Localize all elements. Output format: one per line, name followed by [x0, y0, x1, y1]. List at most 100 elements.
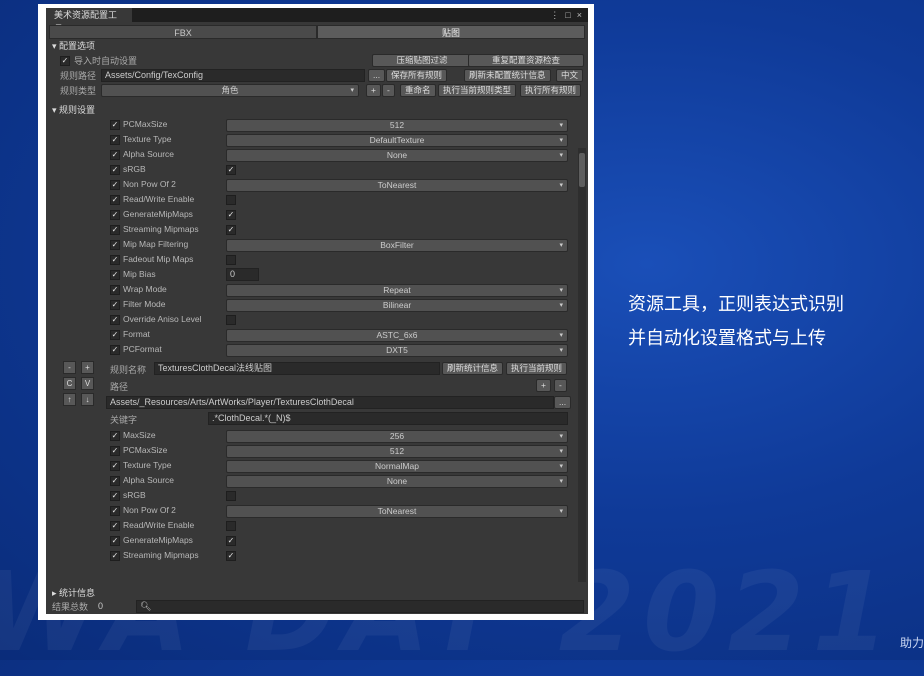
- add-rule-type-button[interactable]: +: [366, 84, 381, 97]
- move-up-button[interactable]: ↑: [63, 393, 76, 406]
- exec-rule-type-button[interactable]: 执行当前规则类型: [438, 84, 517, 97]
- chevron-down-icon: ▾: [559, 122, 563, 129]
- refresh-unconfigured-button[interactable]: 刷新未配置统计信息: [464, 69, 551, 82]
- property-enable-checkbox[interactable]: ✓: [110, 315, 120, 325]
- property-value-checkbox[interactable]: ✓: [226, 210, 236, 220]
- property-enable-checkbox[interactable]: ✓: [110, 551, 120, 561]
- property-value-dropdown[interactable]: None ▾: [226, 149, 568, 162]
- close-icon[interactable]: ×: [577, 10, 582, 21]
- property-value-checkbox[interactable]: [226, 521, 236, 531]
- refresh-stats-button[interactable]: 刷新统计信息: [442, 362, 504, 375]
- property-value-checkbox[interactable]: [226, 491, 236, 501]
- property-name: Fadeout Mip Maps: [123, 254, 194, 264]
- property-value-dropdown[interactable]: DefaultTexture ▾: [226, 134, 568, 147]
- property-value-checkbox[interactable]: [226, 195, 236, 205]
- chevron-down-icon: ▾: [559, 433, 563, 440]
- property-value-checkbox[interactable]: ✓: [226, 536, 236, 546]
- copy-rule-button[interactable]: C: [63, 377, 76, 390]
- property-enable-checkbox[interactable]: ✓: [110, 210, 120, 220]
- stats-section-header[interactable]: ▸ 统计信息: [46, 586, 588, 600]
- property-enable-checkbox[interactable]: ✓: [110, 180, 120, 190]
- property-value-dropdown[interactable]: ASTC_6x6 ▾: [226, 329, 568, 342]
- property-value-dropdown[interactable]: ToNearest ▾: [226, 505, 568, 518]
- chevron-down-icon: ▾: [559, 347, 563, 354]
- property-enable-checkbox[interactable]: ✓: [110, 270, 120, 280]
- remove-path-button[interactable]: -: [554, 379, 567, 392]
- property-value-dropdown[interactable]: NormalMap ▾: [226, 460, 568, 473]
- property-enable-checkbox[interactable]: ✓: [110, 536, 120, 546]
- property-enable-checkbox[interactable]: ✓: [110, 135, 120, 145]
- exec-current-rule-button[interactable]: 执行当前规则: [506, 362, 568, 375]
- property-value-checkbox[interactable]: ✓: [226, 551, 236, 561]
- auto-import-label: 导入时自动设置: [74, 56, 138, 66]
- property-enable-checkbox[interactable]: ✓: [110, 285, 120, 295]
- property-name: PCMaxSize: [123, 445, 168, 455]
- property-value-dropdown[interactable]: 512 ▾: [226, 445, 568, 458]
- property-enable-checkbox[interactable]: ✓: [110, 461, 120, 471]
- tab-fbx[interactable]: FBX: [49, 25, 317, 39]
- rename-button[interactable]: 重命名: [400, 84, 436, 97]
- property-enable-checkbox[interactable]: ✓: [110, 195, 120, 205]
- rule-type-dropdown[interactable]: 角色 ▾: [101, 84, 359, 97]
- rule-path-browse-button[interactable]: ...: [368, 69, 386, 82]
- paste-rule-button[interactable]: V: [81, 377, 94, 390]
- property-value-dropdown[interactable]: Bilinear ▾: [226, 299, 568, 312]
- property-value-dropdown[interactable]: 256 ▾: [226, 430, 568, 443]
- window-title-tab[interactable]: 美术资源配置工具: [46, 8, 132, 34]
- tab-texture[interactable]: 贴图: [317, 25, 585, 39]
- config-section-header[interactable]: ▾ 配置选项: [46, 39, 588, 53]
- compress-filter-button[interactable]: 压缩贴图过滤: [372, 54, 472, 67]
- remove-rule-type-button[interactable]: -: [382, 84, 395, 97]
- property-name: Wrap Mode: [123, 284, 167, 294]
- chevron-down-icon: ▾: [559, 287, 563, 294]
- property-value-checkbox[interactable]: [226, 255, 236, 265]
- move-down-button[interactable]: ↓: [81, 393, 94, 406]
- path-field[interactable]: Assets/_Resources/Arts/ArtWorks/Player/T…: [106, 396, 554, 409]
- collapse-rule-button[interactable]: -: [63, 361, 76, 374]
- property-value-dropdown[interactable]: DXT5 ▾: [226, 344, 568, 357]
- property-value-dropdown[interactable]: BoxFilter ▾: [226, 239, 568, 252]
- language-button[interactable]: 中文: [556, 69, 584, 82]
- property-value-dropdown[interactable]: Repeat ▾: [226, 284, 568, 297]
- property-enable-checkbox[interactable]: ✓: [110, 446, 120, 456]
- rules-scrollbar[interactable]: [578, 148, 586, 582]
- property-value-number[interactable]: 0: [226, 268, 259, 281]
- property-enable-checkbox[interactable]: ✓: [110, 225, 120, 235]
- property-enable-checkbox[interactable]: ✓: [110, 330, 120, 340]
- property-enable-checkbox[interactable]: ✓: [110, 476, 120, 486]
- property-value-checkbox[interactable]: ✓: [226, 225, 236, 235]
- add-rule-button[interactable]: +: [81, 361, 94, 374]
- property-value-checkbox[interactable]: ✓: [226, 165, 236, 175]
- auto-import-checkbox[interactable]: ✓: [60, 55, 70, 66]
- path-browse-button[interactable]: ...: [554, 396, 572, 409]
- property-row-srgb: ✓ sRGB ✓: [46, 162, 588, 177]
- menu-icon[interactable]: ⋮: [550, 10, 559, 21]
- add-path-button[interactable]: +: [536, 379, 551, 392]
- rules-section-header[interactable]: ▾ 规则设置: [46, 103, 588, 117]
- property-row-texture-type: ✓ Texture Type DefaultTexture ▾: [46, 132, 588, 147]
- property-enable-checkbox[interactable]: ✓: [110, 120, 120, 130]
- search-input[interactable]: 🔍︎: [136, 600, 584, 613]
- duplicate-check-button[interactable]: 重复配置资源检查: [468, 54, 584, 67]
- property-enable-checkbox[interactable]: ✓: [110, 150, 120, 160]
- scrollbar-thumb[interactable]: [579, 153, 585, 187]
- property-enable-checkbox[interactable]: ✓: [110, 165, 120, 175]
- property-enable-checkbox[interactable]: ✓: [110, 431, 120, 441]
- property-enable-checkbox[interactable]: ✓: [110, 506, 120, 516]
- keyword-field[interactable]: .*ClothDecal.*(_N)$: [208, 412, 568, 425]
- property-value-dropdown[interactable]: None ▾: [226, 475, 568, 488]
- maximize-icon[interactable]: □: [565, 10, 570, 21]
- property-enable-checkbox[interactable]: ✓: [110, 255, 120, 265]
- property-enable-checkbox[interactable]: ✓: [110, 521, 120, 531]
- property-enable-checkbox[interactable]: ✓: [110, 345, 120, 355]
- property-enable-checkbox[interactable]: ✓: [110, 240, 120, 250]
- rule-path-field[interactable]: Assets/Config/TexConfig: [101, 69, 365, 82]
- property-enable-checkbox[interactable]: ✓: [110, 491, 120, 501]
- rule-name-field[interactable]: TexturesClothDecal法线贴图: [154, 362, 440, 375]
- property-value-checkbox[interactable]: [226, 315, 236, 325]
- property-value-dropdown[interactable]: ToNearest ▾: [226, 179, 568, 192]
- property-enable-checkbox[interactable]: ✓: [110, 300, 120, 310]
- property-value-dropdown[interactable]: 512 ▾: [226, 119, 568, 132]
- save-all-rules-button[interactable]: 保存所有规则: [386, 69, 448, 82]
- exec-all-rules-button[interactable]: 执行所有规则: [520, 84, 582, 97]
